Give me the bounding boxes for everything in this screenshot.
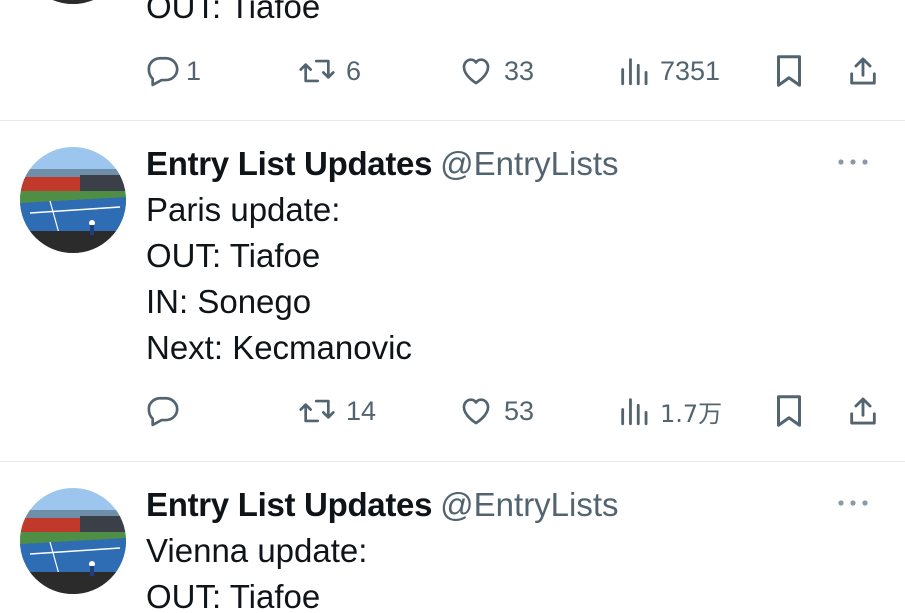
more-options-button[interactable] bbox=[835, 151, 871, 173]
tweet-text-line: OUT: Tiafoe bbox=[146, 578, 321, 613]
reply-count: 1 bbox=[186, 55, 202, 86]
retweet-button[interactable]: 6 bbox=[298, 49, 361, 93]
tweet-text-line: Paris update: bbox=[146, 191, 341, 228]
tweet-text-line: OUT: Tiafoe bbox=[146, 0, 321, 25]
tweet-text-line: IN: Sonego bbox=[146, 283, 312, 320]
views-icon bbox=[621, 398, 648, 426]
bookmark-icon bbox=[777, 395, 801, 427]
retweet-icon bbox=[299, 59, 335, 83]
share-button[interactable] bbox=[846, 49, 880, 93]
author-handle[interactable]: @EntryLists bbox=[440, 486, 618, 523]
like-button[interactable]: 33 bbox=[458, 49, 534, 93]
retweet-icon bbox=[299, 399, 335, 423]
retweet-button[interactable]: 14 bbox=[298, 389, 376, 433]
reply-button[interactable] bbox=[146, 389, 190, 433]
heart-icon bbox=[462, 398, 490, 425]
tweet-feed: OUT: Tiafoe 1 6 33 7351 Entry List Updat… bbox=[0, 0, 905, 613]
reply-button[interactable]: 1 bbox=[146, 49, 201, 93]
avatar[interactable] bbox=[20, 488, 126, 594]
more-icon bbox=[838, 159, 868, 165]
retweet-count: 14 bbox=[346, 395, 377, 426]
tweet[interactable]: Entry List Updates @EntryLists Vienna upd… bbox=[0, 462, 905, 613]
tweet-text-line: Next: Kecmanovic bbox=[146, 329, 412, 366]
reply-icon bbox=[147, 56, 179, 87]
share-button[interactable] bbox=[846, 389, 880, 433]
avatar[interactable] bbox=[20, 0, 126, 4]
tweet-header: Entry List Updates @EntryLists bbox=[146, 482, 885, 528]
like-button[interactable]: 53 bbox=[458, 389, 534, 433]
tweet[interactable]: Entry List Updates @EntryLists Paris upda… bbox=[0, 121, 905, 461]
like-count: 53 bbox=[504, 395, 535, 426]
more-icon bbox=[838, 500, 868, 506]
view-count: 7351 bbox=[660, 55, 721, 86]
bookmark-button[interactable] bbox=[774, 49, 804, 93]
avatar[interactable] bbox=[20, 147, 126, 253]
tweet-text-line: Vienna update: bbox=[146, 532, 368, 569]
tweet-actions: 14 53 1.7万 bbox=[146, 389, 886, 433]
more-options-button[interactable] bbox=[835, 492, 871, 514]
bookmark-icon bbox=[777, 55, 801, 87]
author-handle[interactable]: @EntryLists bbox=[440, 145, 618, 182]
tweet-text-line: OUT: Tiafoe bbox=[146, 237, 321, 274]
like-count: 33 bbox=[504, 55, 535, 86]
tweet[interactable]: OUT: Tiafoe 1 6 33 7351 bbox=[0, 0, 905, 120]
tweet-actions: 1 6 33 7351 bbox=[146, 49, 886, 93]
reply-icon bbox=[147, 396, 179, 427]
heart-icon bbox=[462, 58, 490, 85]
author-name[interactable]: Entry List Updates bbox=[146, 486, 432, 523]
author-name[interactable]: Entry List Updates bbox=[146, 145, 432, 182]
views-button[interactable]: 7351 bbox=[618, 49, 720, 93]
views-button[interactable]: 1.7万 bbox=[618, 389, 722, 433]
retweet-count: 6 bbox=[346, 55, 362, 86]
view-count: 1.7万 bbox=[660, 399, 723, 428]
views-icon bbox=[621, 58, 648, 86]
share-icon bbox=[850, 57, 876, 85]
bookmark-button[interactable] bbox=[774, 389, 804, 433]
tweet-header: Entry List Updates @EntryLists bbox=[146, 141, 885, 187]
share-icon bbox=[850, 397, 876, 425]
